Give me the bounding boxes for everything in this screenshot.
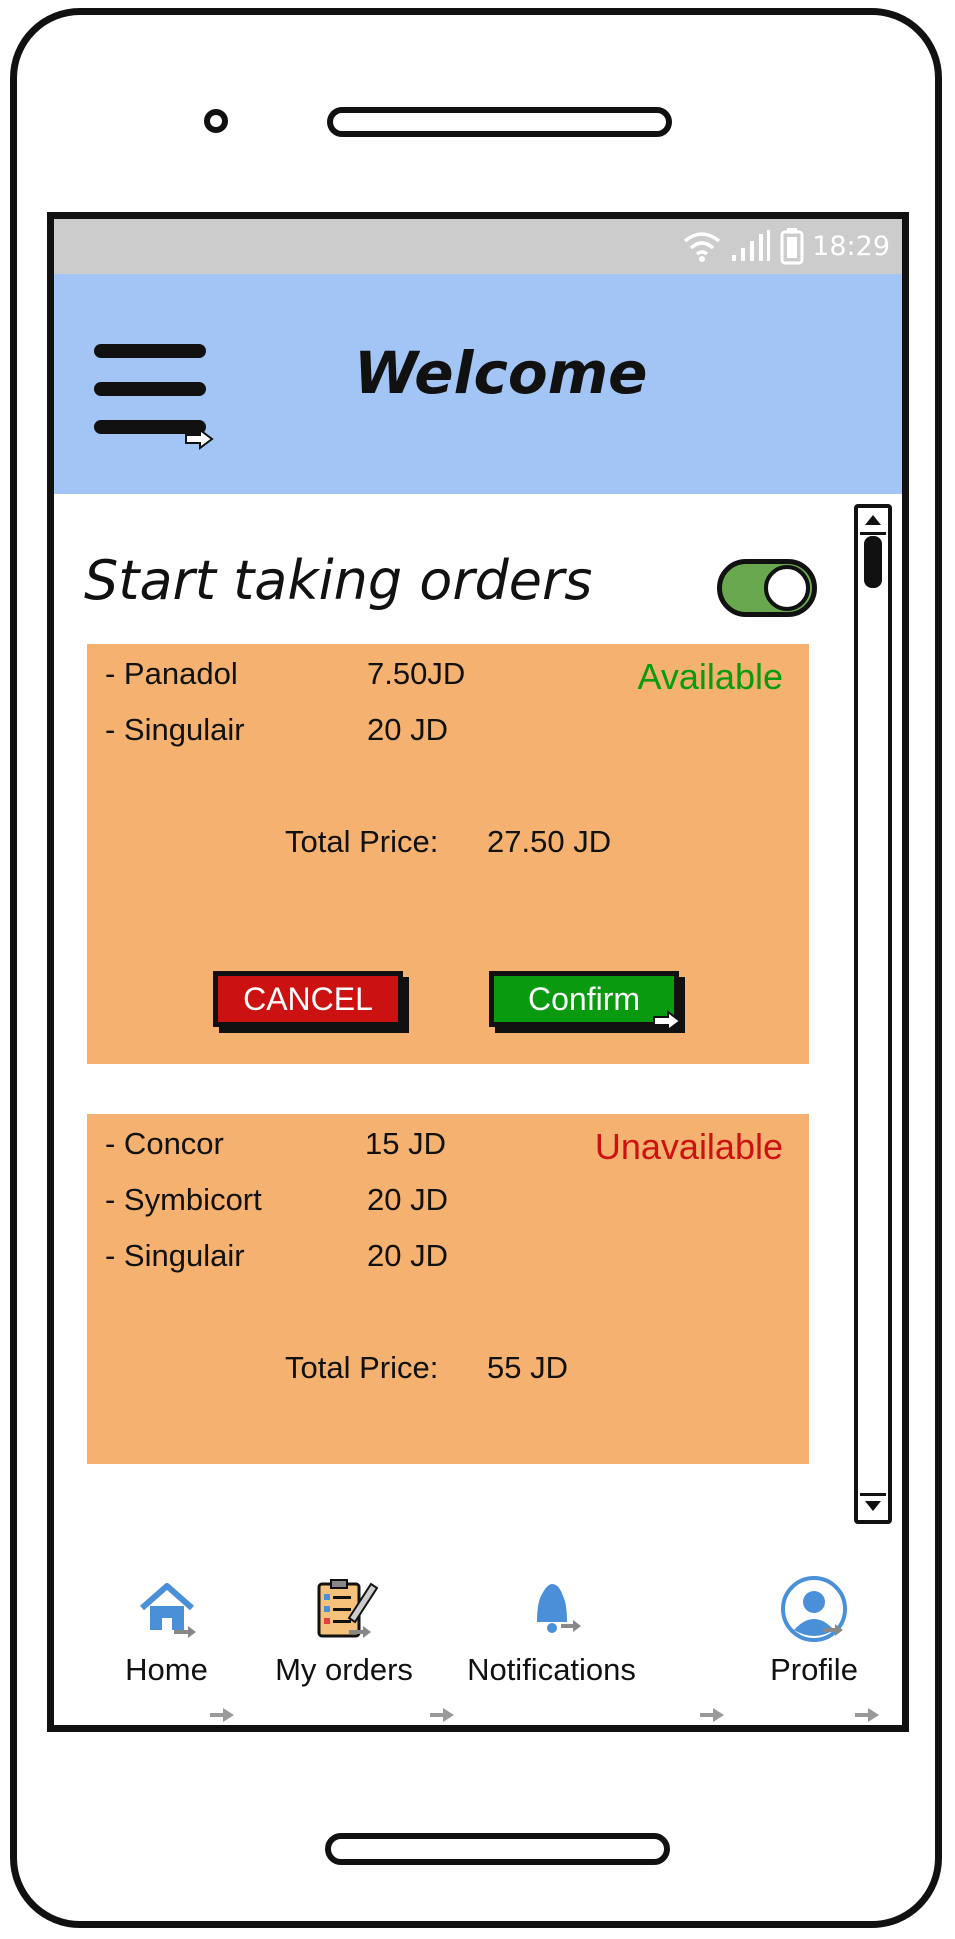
- status-icons: 18:29: [682, 227, 890, 265]
- order-card: - Panadol 7.50JD Available - Singulair 2…: [87, 644, 809, 1064]
- menu-icon[interactable]: [94, 344, 214, 450]
- take-orders-toggle[interactable]: [717, 559, 817, 617]
- arrow-right-icon: [700, 1708, 724, 1722]
- screen: 18:29 Welcome Start taking orders - Pana…: [47, 212, 909, 1732]
- arrow-right-icon: [855, 1708, 879, 1722]
- status-time: 18:29: [812, 230, 890, 262]
- nav-label: My orders: [275, 1652, 413, 1687]
- availability-status: Available: [637, 656, 783, 697]
- total-price-value: 55 JD: [487, 1350, 568, 1385]
- camera: [204, 109, 228, 133]
- nav-item-home[interactable]: Home: [104, 1574, 229, 1688]
- wifi-icon: [684, 232, 721, 262]
- availability-status: Unavailable: [594, 1126, 783, 1167]
- signal-icon: [732, 230, 771, 261]
- nav-item-profile[interactable]: Profile: [754, 1574, 874, 1688]
- user-icon: [779, 1574, 849, 1644]
- bottom-nav: Home My orders Notifications Profile: [54, 1544, 902, 1725]
- clipboard-icon: [309, 1574, 379, 1644]
- triangle-down-icon: [865, 1501, 881, 1511]
- item-price: 7.50JD: [367, 656, 466, 691]
- nav-label: Profile: [770, 1652, 858, 1687]
- item-name: - Singulair: [105, 712, 245, 747]
- item-price: 20 JD: [367, 1182, 448, 1217]
- scroll-up-button[interactable]: [860, 510, 886, 535]
- total-price-label: Total Price:: [285, 824, 439, 859]
- total-price-value: 27.50 JD: [487, 824, 612, 859]
- home-button[interactable]: [325, 1833, 670, 1865]
- arrow-right-icon: [210, 1708, 234, 1722]
- item-price: 15 JD: [365, 1126, 446, 1161]
- battery-icon: [780, 228, 804, 265]
- item-name: - Symbicort: [105, 1182, 262, 1217]
- scroll-thumb[interactable]: [864, 536, 882, 588]
- nav-item-notifications[interactable]: Notifications: [459, 1574, 644, 1688]
- speaker: [327, 107, 672, 137]
- toggle-knob: [764, 565, 810, 611]
- item-name: - Singulair: [105, 1238, 245, 1273]
- link-arrow-icon: [653, 1010, 682, 1032]
- confirm-button[interactable]: Confirm: [489, 971, 682, 1032]
- confirm-label: Confirm: [527, 981, 640, 1017]
- link-arrow-icon: [185, 428, 214, 450]
- item-price: 20 JD: [367, 712, 448, 747]
- item-price: 20 JD: [367, 1238, 448, 1273]
- scrollbar[interactable]: [854, 504, 892, 1524]
- home-icon: [132, 1574, 202, 1644]
- item-name: - Panadol: [105, 656, 238, 691]
- total-price-label: Total Price:: [285, 1350, 439, 1385]
- toggle-label: Start taking orders: [84, 549, 593, 612]
- scroll-down-button[interactable]: [860, 1493, 886, 1518]
- arrow-right-icon: [430, 1708, 454, 1722]
- item-name: - Concor: [105, 1126, 224, 1161]
- page-title: Welcome: [354, 339, 648, 407]
- nav-label: Home: [125, 1652, 208, 1687]
- app-bar: Welcome: [54, 274, 902, 494]
- triangle-up-icon: [865, 515, 881, 525]
- nav-label: Notifications: [467, 1652, 636, 1687]
- nav-item-my-orders[interactable]: My orders: [269, 1574, 419, 1688]
- order-card: - Concor 15 JD Unavailable - Symbicort 2…: [87, 1114, 809, 1464]
- bell-icon: [517, 1574, 587, 1644]
- cancel-button[interactable]: CANCEL: [213, 971, 403, 1027]
- main-content: Start taking orders - Panadol 7.50JD Ava…: [54, 494, 902, 1544]
- status-bar: 18:29: [54, 219, 902, 274]
